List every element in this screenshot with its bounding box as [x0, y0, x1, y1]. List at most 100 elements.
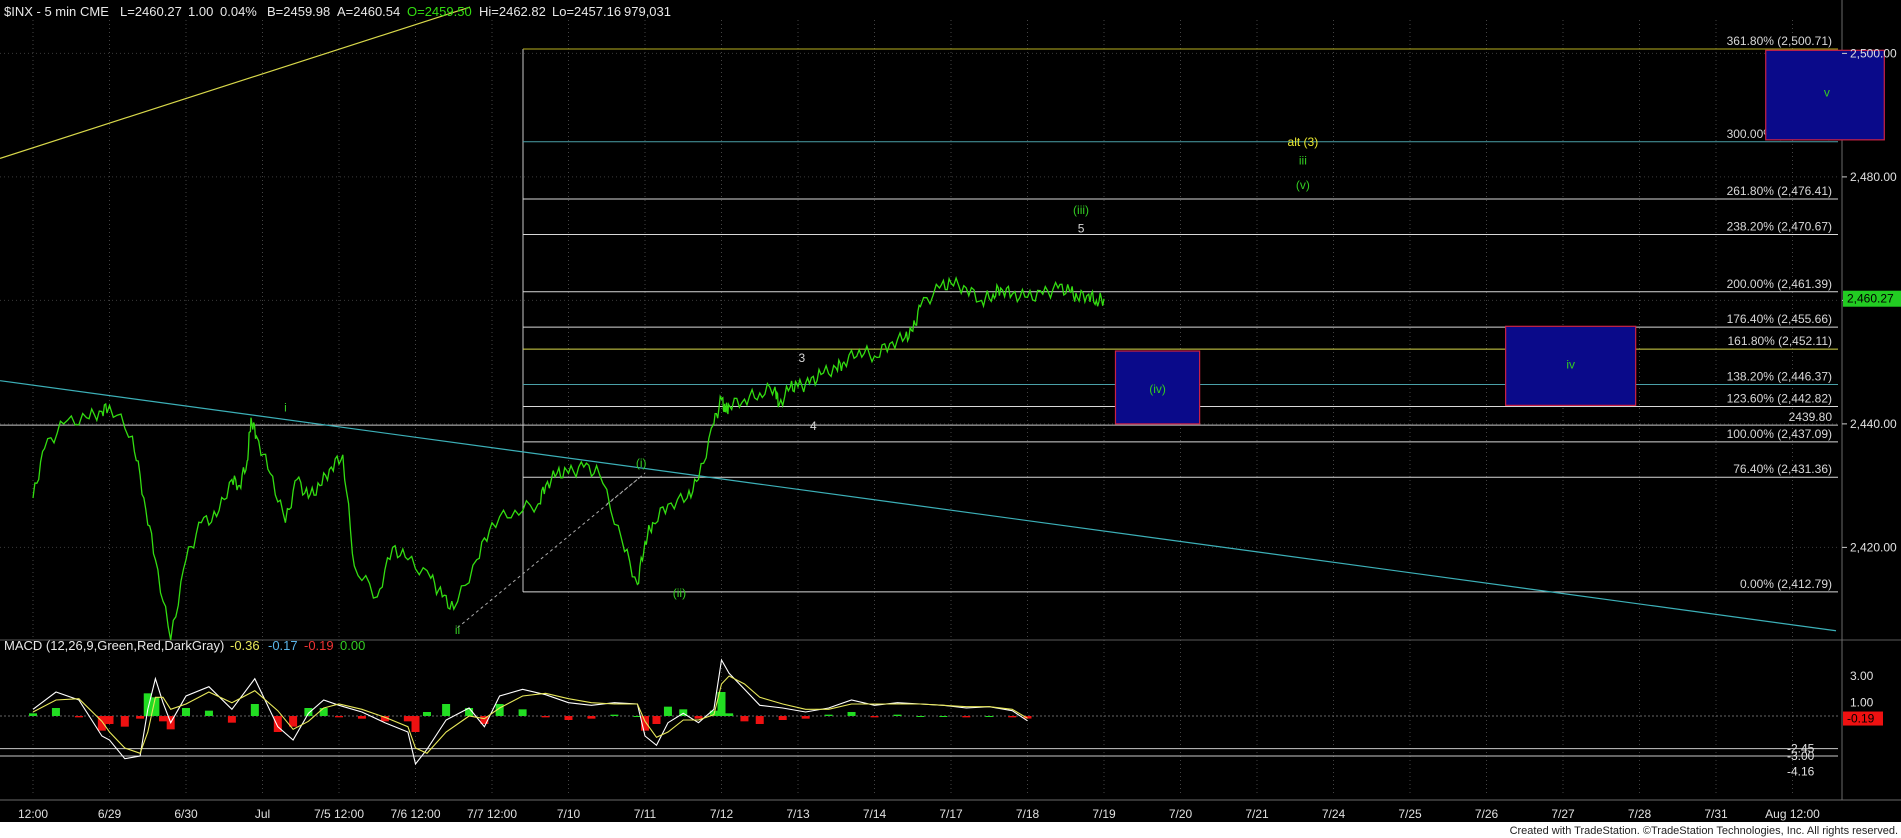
macd-histogram-bar [962, 716, 971, 718]
macd-histogram-bar [694, 716, 703, 719]
fib-label: 138.20% (2,446.37) [1727, 370, 1832, 384]
time-axis-label: 7/25 [1398, 807, 1422, 821]
header-volume: 979,031 [624, 4, 671, 19]
time-axis-label: 7/13 [786, 807, 810, 821]
header-open: O=2459.50 [407, 4, 472, 19]
header-low: Lo=2457.16 [552, 4, 621, 19]
macd-axis-label: -4.16 [1787, 764, 1815, 778]
time-axis-label: Jul [255, 807, 270, 821]
macd-histogram-bar [564, 716, 573, 720]
fib-label: 176.40% (2,455.66) [1727, 312, 1832, 326]
macd-axis-label: 3.00 [1850, 669, 1874, 683]
wave-label: (ii) [673, 586, 686, 600]
time-axis-label: 7/24 [1322, 807, 1346, 821]
tradestation-chart: 361.80% (2,500.71)300.00% (2,485.69)261.… [0, 0, 1901, 838]
macd-histogram-bar [422, 712, 431, 716]
time-axis-label: 7/21 [1245, 807, 1269, 821]
fib-label: 261.80% (2,476.41) [1727, 184, 1832, 198]
wave-label: iii [1299, 154, 1307, 168]
price-axis-label: 2,440.00 [1850, 417, 1897, 431]
price-axis-label: 2,500.00 [1850, 46, 1897, 60]
time-axis-label: 12:00 [18, 807, 48, 821]
macd-histogram-bar [250, 704, 259, 716]
fib-label: 161.80% (2,452.11) [1727, 334, 1832, 348]
macd-histogram-bar [319, 708, 328, 716]
macd-histogram-bar [824, 714, 833, 716]
header-symbol: $INX - 5 min [4, 4, 76, 19]
time-axis-label: Aug 12:00 [1765, 807, 1820, 821]
symbol-header: $INX - 5 min CME L=2460.27 1.00 0.04% B=… [4, 4, 671, 19]
macd-histogram-bar [403, 716, 412, 722]
header-high: Hi=2462.82 [479, 4, 546, 19]
time-axis-label: 7/14 [863, 807, 887, 821]
macd-histogram-bar [120, 716, 129, 727]
fib-label: 0.00% (2,412.79) [1740, 577, 1832, 591]
macd-histogram-bar [304, 708, 313, 716]
macd-axis-label: -3.00 [1787, 749, 1815, 763]
fib-label: 100.00% (2,437.09) [1727, 427, 1832, 441]
time-axis-label: 7/17 [939, 807, 963, 821]
price-axis-label: 2,420.00 [1850, 540, 1897, 554]
wave-label: ii [455, 623, 460, 637]
time-axis-label: 7/5 12:00 [314, 807, 364, 821]
price-chart-svg: 361.80% (2,500.71)300.00% (2,485.69)261.… [0, 0, 1901, 838]
fib-label: 200.00% (2,461.39) [1727, 277, 1832, 291]
macd-value-1: -0.36 [230, 638, 260, 653]
macd-histogram-bar [985, 716, 994, 717]
macd-histogram-bar [136, 716, 145, 719]
time-axis-label: 7/31 [1704, 807, 1728, 821]
time-axis-label: 7/26 [1475, 807, 1499, 821]
time-axis-label: 6/30 [174, 807, 198, 821]
wave-label: 4 [810, 419, 817, 433]
macd-value-3: -0.19 [304, 638, 334, 653]
macd-histogram-bar [801, 716, 810, 719]
time-axis-label: 6/29 [98, 807, 122, 821]
macd-value-2: -0.17 [268, 638, 298, 653]
price-axis-label: 2,480.00 [1850, 170, 1897, 184]
wave-label: (i) [636, 456, 647, 470]
fib-label: 361.80% (2,500.71) [1727, 34, 1832, 48]
macd-histogram-bar [159, 716, 168, 722]
macd-histogram-bar [847, 712, 856, 716]
fib-label: 76.40% (2,431.36) [1733, 462, 1832, 476]
macd-histogram-bar [227, 716, 236, 723]
macd-histogram-bar [652, 716, 661, 724]
macd-histogram-bar [587, 716, 596, 719]
wave-label: v [1824, 86, 1830, 100]
macd-histogram-bar [663, 706, 672, 716]
time-axis-label: 7/11 [634, 807, 657, 821]
macd-histogram-bar [204, 710, 213, 716]
time-axis-label: 7/19 [1092, 807, 1116, 821]
macd-histogram-bar [1008, 716, 1017, 718]
time-axis-label: 7/6 12:00 [390, 807, 440, 821]
macd-last-label: -0.19 [1847, 712, 1875, 726]
time-axis-label: 7/12 [710, 807, 734, 821]
macd-histogram-bar [610, 714, 619, 716]
fib-label: 123.60% (2,442.82) [1727, 391, 1832, 405]
wave-label: (iv) [1149, 382, 1166, 396]
header-ask: A=2460.54 [337, 4, 400, 19]
header-bid: B=2459.98 [267, 4, 330, 19]
header-change-pct: 0.04% [220, 4, 257, 19]
macd-histogram-bar [518, 709, 527, 716]
last-price-label: 2,460.27 [1847, 292, 1894, 306]
wave-label: i [284, 401, 287, 415]
macd-value-4: 0.00 [340, 638, 365, 653]
wave-label: (iii) [1073, 203, 1089, 217]
time-axis-label: 7/18 [1016, 807, 1040, 821]
macd-histogram-bar [778, 716, 787, 720]
fib-label: 238.20% (2,470.67) [1727, 220, 1832, 234]
macd-histogram-bar [357, 716, 366, 719]
macd-histogram-bar [442, 704, 451, 716]
macd-histogram-bar [51, 708, 60, 716]
time-axis-label: 7/7 12:00 [467, 807, 517, 821]
macd-histogram-bar [105, 716, 114, 724]
macd-histogram-bar [335, 716, 343, 718]
macd-histogram-bar [725, 713, 734, 716]
footer-text: Created with TradeStation. ©TradeStation… [1510, 825, 1898, 837]
time-axis-label: 7/27 [1551, 807, 1575, 821]
macd-histogram-bar [29, 713, 37, 716]
macd-histogram-bar [411, 716, 420, 732]
wave-label: (v) [1296, 178, 1310, 192]
macd-header: MACD (12,26,9,Green,Red,DarkGray) -0.36 … [4, 638, 365, 653]
